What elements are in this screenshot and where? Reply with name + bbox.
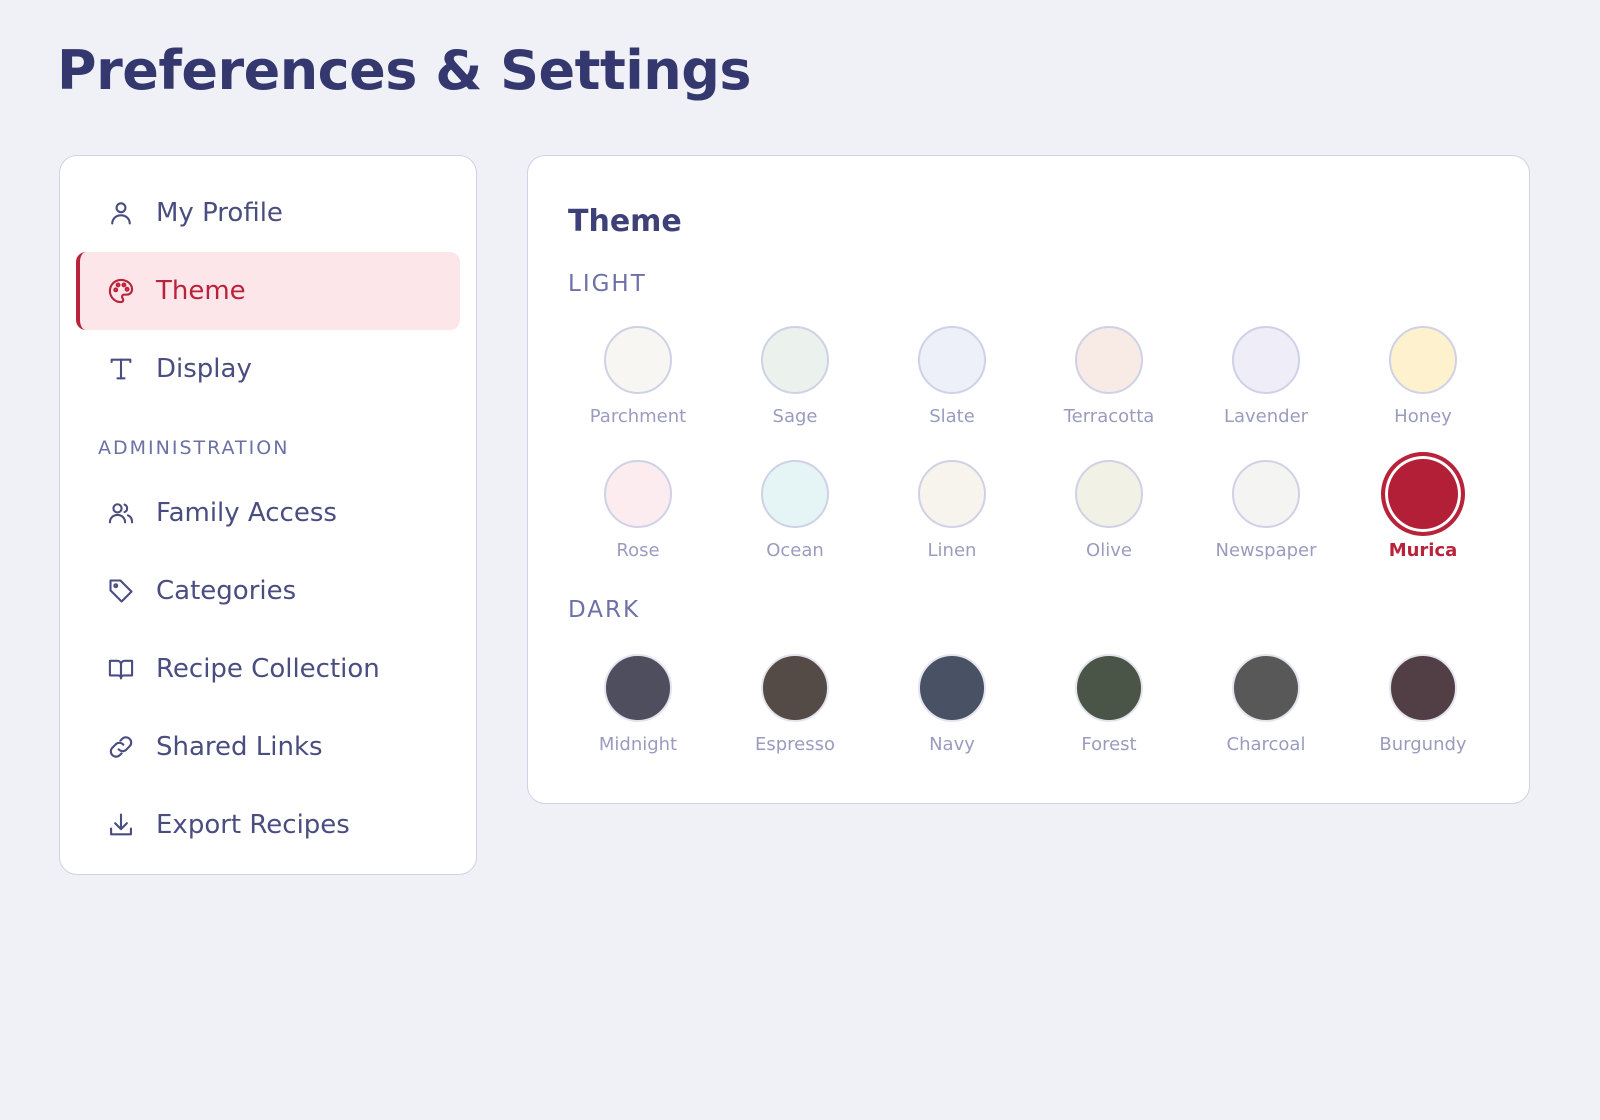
theme-swatch-label: Charcoal: [1226, 734, 1306, 755]
theme-color-dot: [1075, 460, 1143, 528]
page-title: Preferences & Settings: [57, 39, 752, 102]
theme-color-dot: [1389, 326, 1457, 394]
theme-swatch-label: Rose: [616, 540, 660, 561]
sidebar-item-family-access[interactable]: Family Access: [76, 474, 460, 552]
dark-theme-row: Midnight Espresso Navy Forest Charcoal Burgun…: [568, 654, 1508, 764]
settings-sidebar: My Profile Theme Display ADMINISTRATION …: [59, 155, 477, 875]
theme-panel-title: Theme: [568, 204, 682, 239]
theme-color-dot: [604, 326, 672, 394]
theme-swatch-label: Terracotta: [1063, 406, 1155, 427]
administration-section-label: ADMINISTRATION: [98, 437, 290, 459]
theme-swatch-label: Newspaper: [1215, 540, 1317, 561]
theme-swatch-label: Navy: [929, 734, 975, 755]
sidebar-item-my-profile[interactable]: My Profile: [76, 174, 460, 252]
theme-swatch-rose[interactable]: Rose: [568, 460, 708, 570]
theme-color-dot: [1075, 654, 1143, 722]
theme-swatch-label: Burgundy: [1379, 734, 1467, 755]
theme-swatch-honey[interactable]: Honey: [1353, 326, 1493, 436]
sidebar-item-export-recipes[interactable]: Export Recipes: [76, 786, 460, 864]
theme-color-dot: [761, 654, 829, 722]
theme-swatch-label: Linen: [927, 540, 977, 561]
sidebar-item-categories[interactable]: Categories: [76, 552, 460, 630]
theme-swatch-murica[interactable]: Murica: [1353, 452, 1493, 570]
theme-swatch-olive[interactable]: Olive: [1039, 460, 1179, 570]
theme-swatch-midnight[interactable]: Midnight: [568, 654, 708, 764]
theme-color-dot: [918, 460, 986, 528]
sidebar-item-label: Display: [156, 354, 252, 384]
palette-icon: [106, 276, 136, 306]
type-icon: [106, 354, 136, 384]
theme-swatch-label: Murica: [1388, 540, 1458, 561]
theme-swatch-linen[interactable]: Linen: [882, 460, 1022, 570]
light-theme-row: Parchment Sage Slate Terracotta Lavender Hone…: [568, 326, 1508, 436]
sidebar-item-label: Export Recipes: [156, 810, 350, 840]
sidebar-item-display[interactable]: Display: [76, 330, 460, 408]
theme-swatch-navy[interactable]: Navy: [882, 654, 1022, 764]
sidebar-item-theme[interactable]: Theme: [76, 252, 460, 330]
theme-swatch-espresso[interactable]: Espresso: [725, 654, 865, 764]
theme-swatch-label: Parchment: [589, 406, 687, 427]
theme-swatch-forest[interactable]: Forest: [1039, 654, 1179, 764]
theme-panel: Theme LIGHT Parchment Sage Slate Terracotta…: [527, 155, 1530, 804]
sidebar-item-label: Theme: [156, 276, 246, 306]
dark-group-label: DARK: [568, 597, 641, 623]
theme-swatch-terracotta[interactable]: Terracotta: [1039, 326, 1179, 436]
sidebar-item-label: Family Access: [156, 498, 337, 528]
theme-swatch-newspaper[interactable]: Newspaper: [1196, 460, 1336, 570]
theme-color-dot: [604, 654, 672, 722]
theme-swatch-label: Slate: [929, 406, 975, 427]
theme-color-dot: [1232, 460, 1300, 528]
light-group-label: LIGHT: [568, 271, 647, 297]
sidebar-item-label: Shared Links: [156, 732, 323, 762]
theme-swatch-ocean[interactable]: Ocean: [725, 460, 865, 570]
sidebar-item-shared-links[interactable]: Shared Links: [76, 708, 460, 786]
theme-swatch-slate[interactable]: Slate: [882, 326, 1022, 436]
theme-color-dot: [1075, 326, 1143, 394]
sidebar-item-label: Categories: [156, 576, 297, 606]
theme-color-dot: [761, 460, 829, 528]
theme-swatch-label: Honey: [1394, 406, 1452, 427]
sidebar-item-recipe-collection[interactable]: Recipe Collection: [76, 630, 460, 708]
theme-swatch-label: Forest: [1081, 734, 1137, 755]
theme-swatch-sage[interactable]: Sage: [725, 326, 865, 436]
theme-swatch-lavender[interactable]: Lavender: [1196, 326, 1336, 436]
sidebar-item-label: Recipe Collection: [156, 654, 380, 684]
download-icon: [106, 810, 136, 840]
theme-color-dot: [1232, 654, 1300, 722]
sidebar-item-label: My Profile: [156, 198, 283, 228]
theme-swatch-label: Midnight: [598, 734, 678, 755]
theme-swatch-label: Olive: [1086, 540, 1132, 561]
theme-color-dot: [1232, 326, 1300, 394]
theme-swatch-charcoal[interactable]: Charcoal: [1196, 654, 1336, 764]
theme-swatch-parchment[interactable]: Parchment: [568, 326, 708, 436]
settings-page: Preferences & Settings My Profile Theme …: [0, 0, 1600, 1120]
theme-color-dot: [918, 654, 986, 722]
theme-color-dot: [918, 326, 986, 394]
light-theme-row: Rose Ocean Linen Olive Newspaper Murica: [568, 452, 1508, 570]
link-icon: [106, 732, 136, 762]
theme-color-dot: [604, 460, 672, 528]
theme-swatch-label: Lavender: [1223, 406, 1309, 427]
tag-icon: [106, 576, 136, 606]
theme-swatch-label: Ocean: [766, 540, 824, 561]
book-icon: [106, 654, 136, 684]
theme-color-dot: [1381, 452, 1465, 536]
theme-color-dot: [1389, 654, 1457, 722]
theme-swatch-burgundy[interactable]: Burgundy: [1353, 654, 1493, 764]
users-icon: [106, 498, 136, 528]
theme-swatch-label: Espresso: [754, 734, 836, 755]
theme-color-dot: [761, 326, 829, 394]
theme-swatch-label: Sage: [772, 406, 818, 427]
user-icon: [106, 198, 136, 228]
